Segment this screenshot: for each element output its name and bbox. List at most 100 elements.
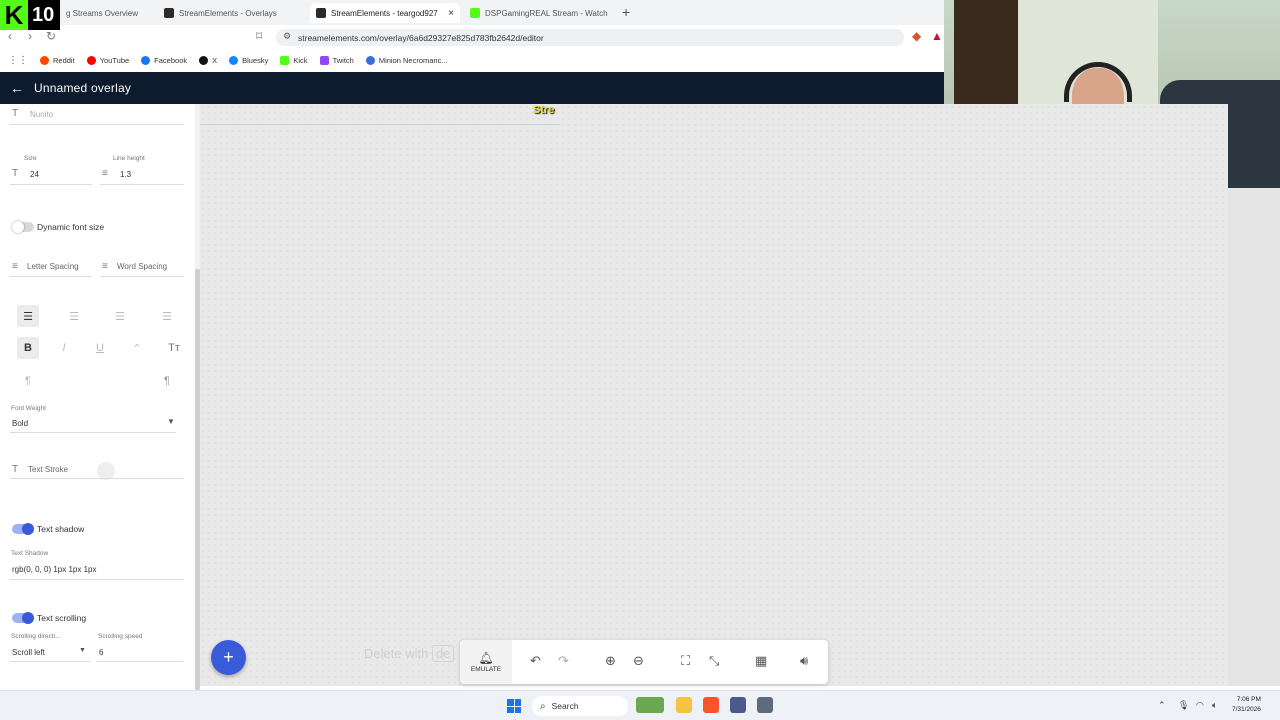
- bookmark-reddit[interactable]: Reddit: [40, 55, 75, 65]
- overlay-title[interactable]: Unnamed overlay: [34, 81, 131, 95]
- reddit-icon: [40, 55, 49, 65]
- underline-icon[interactable]: U: [89, 337, 111, 359]
- bookmark-label: Kick: [293, 55, 308, 65]
- uppercase-icon[interactable]: ⌃: [126, 337, 148, 359]
- reload-icon[interactable]: ↻: [46, 29, 56, 43]
- fullscreen-icon[interactable]: ⛶: [681, 653, 690, 669]
- brave-browser-icon[interactable]: [703, 697, 719, 713]
- tab-label: StreamElements - Overlays: [179, 8, 277, 18]
- tab-streamelements-editor[interactable]: StreamElements - teargod927 ×: [310, 3, 460, 23]
- emulate-button[interactable]: 🔔︎ EMULATE: [460, 640, 512, 684]
- bookmark-bluesky[interactable]: Bluesky: [229, 55, 269, 65]
- file-explorer-icon[interactable]: [676, 697, 692, 713]
- tab-streamelements-overlays[interactable]: StreamElements - Overlays: [158, 3, 308, 23]
- toggle-knob: [12, 221, 24, 233]
- bluesky-icon: [229, 55, 239, 65]
- bell-icon: 🔔︎: [478, 651, 494, 665]
- chevron-down-icon[interactable]: ▼: [79, 647, 86, 654]
- rewards-icon[interactable]: ▲: [931, 29, 943, 43]
- close-tab-icon[interactable]: ×: [448, 8, 454, 19]
- font-family-field[interactable]: Nunito: [30, 110, 53, 119]
- tray-chevron-icon[interactable]: ⌃: [1158, 700, 1166, 711]
- text-shadow-toggle[interactable]: [12, 523, 34, 535]
- tab-label: g Streams Overview: [66, 8, 139, 18]
- wifi-icon[interactable]: ◠: [1196, 700, 1204, 711]
- text-shadow-input[interactable]: rgb(0, 0, 0) 1px 1px 1px: [12, 565, 97, 574]
- bookmark-minion[interactable]: Minion Necromanc...: [365, 55, 448, 65]
- divider: [10, 579, 184, 580]
- line-height-input[interactable]: 1.3: [120, 170, 131, 179]
- back-arrow-icon[interactable]: ←: [10, 80, 24, 96]
- weather-widget-icon[interactable]: [636, 697, 664, 713]
- letter-spacing-field[interactable]: Letter Spacing: [27, 262, 79, 271]
- brave-shield-icon[interactable]: ◆: [912, 29, 921, 43]
- align-left-icon[interactable]: ☰: [17, 305, 39, 327]
- sound-icon[interactable]: 🔊︎: [800, 653, 808, 669]
- paragraph-rtl-icon[interactable]: ¶: [156, 370, 178, 392]
- text-widget[interactable]: Stre: [533, 104, 561, 120]
- facebook-icon: [141, 55, 151, 65]
- zoom-out-icon[interactable]: ⊖: [633, 653, 644, 669]
- bookmark-facebook[interactable]: Facebook: [141, 55, 187, 65]
- paragraph-ltr-icon[interactable]: ¶: [17, 370, 39, 392]
- editor-header: ← Unnamed overlay: [0, 72, 944, 104]
- line-height-icon: ≡: [102, 168, 108, 179]
- tab-label: StreamElements - teargod927: [331, 8, 438, 18]
- text-scrolling-toggle[interactable]: [12, 612, 34, 624]
- overlay-canvas[interactable]: [200, 104, 1228, 686]
- new-tab-button[interactable]: +: [622, 4, 630, 20]
- scrolling-speed-input[interactable]: 6: [99, 648, 103, 657]
- bookmark-kick[interactable]: Kick: [280, 55, 308, 65]
- back-icon[interactable]: ‹: [8, 29, 12, 43]
- clock-date: 7/31/2026: [1232, 706, 1261, 713]
- windows-start-icon[interactable]: [507, 699, 521, 713]
- minion-icon: [365, 55, 375, 65]
- text-shadow-field-label: Text Shadow: [11, 550, 49, 557]
- url-field[interactable]: streamelements.com/overlay/6a6d29327e825…: [276, 29, 904, 46]
- add-widget-button[interactable]: +: [211, 640, 246, 675]
- taskbar-search[interactable]: ⌕ Search: [532, 696, 628, 716]
- bookmark-label: Bluesky: [242, 55, 269, 65]
- tab-kick-stream[interactable]: DSPGamingREAL Stream - Watch: [464, 3, 614, 23]
- align-center-icon[interactable]: ☰: [63, 305, 85, 327]
- bookmark-twitch[interactable]: Twitch: [319, 55, 354, 65]
- size-input[interactable]: 24: [30, 170, 39, 179]
- bookmark-youtube[interactable]: YouTube: [86, 55, 129, 65]
- volume-icon[interactable]: 🔈︎: [1212, 700, 1217, 711]
- divider: [10, 478, 184, 479]
- grid-icon[interactable]: ▦: [755, 653, 767, 669]
- toggle-knob: [22, 523, 34, 535]
- text-widget-bounds[interactable]: [200, 124, 560, 125]
- bookmark-x[interactable]: X: [199, 55, 217, 65]
- divider: [10, 184, 92, 185]
- text-stroke-field[interactable]: Text Stroke: [28, 465, 68, 474]
- align-right-icon[interactable]: ☰: [109, 305, 131, 327]
- redo-icon[interactable]: ↷: [558, 653, 569, 669]
- dynamic-font-size-toggle[interactable]: [12, 221, 34, 233]
- fit-screen-icon[interactable]: ⤡: [709, 653, 719, 669]
- microphone-icon[interactable]: 🎙︎: [1178, 700, 1189, 711]
- forward-icon[interactable]: ›: [28, 29, 32, 43]
- apps-grid-icon[interactable]: ⋮⋮: [8, 55, 28, 66]
- canvas-margin: [1228, 188, 1280, 686]
- divider: [10, 276, 92, 277]
- zoom-in-icon[interactable]: ⊕: [605, 653, 616, 669]
- undo-icon[interactable]: ↶: [530, 653, 541, 669]
- letter-spacing-icon: ≡: [12, 261, 18, 272]
- scrolling-direction-select[interactable]: Scroll left: [12, 648, 45, 657]
- text-settings-panel: T Nunito Size T 24 Line height ≡ 1.3 Dyn…: [0, 104, 196, 690]
- canvas-toolbar: 🔔︎ EMULATE ↶ ↷ ⊕ ⊖ ⛶ ⤡ ▦ 🔊︎: [460, 640, 828, 684]
- italic-icon[interactable]: I: [53, 337, 75, 359]
- app-icon[interactable]: [730, 697, 746, 713]
- align-justify-icon[interactable]: ☰: [156, 305, 178, 327]
- calculator-icon[interactable]: [757, 697, 773, 713]
- taskbar-clock[interactable]: 7:06 PM 7/31/2026: [1232, 695, 1261, 715]
- bold-icon[interactable]: B: [17, 337, 39, 359]
- text-transform-icon[interactable]: Tт: [163, 337, 185, 359]
- word-spacing-field[interactable]: Word Spacing: [117, 262, 167, 271]
- font-weight-select[interactable]: Bold: [12, 419, 28, 428]
- chevron-down-icon[interactable]: ▼: [167, 417, 175, 426]
- tab-streams-overview[interactable]: g Streams Overview: [60, 3, 160, 23]
- bookmark-icon[interactable]: ⌑: [256, 29, 262, 43]
- site-info-icon[interactable]: ⚙: [283, 31, 291, 42]
